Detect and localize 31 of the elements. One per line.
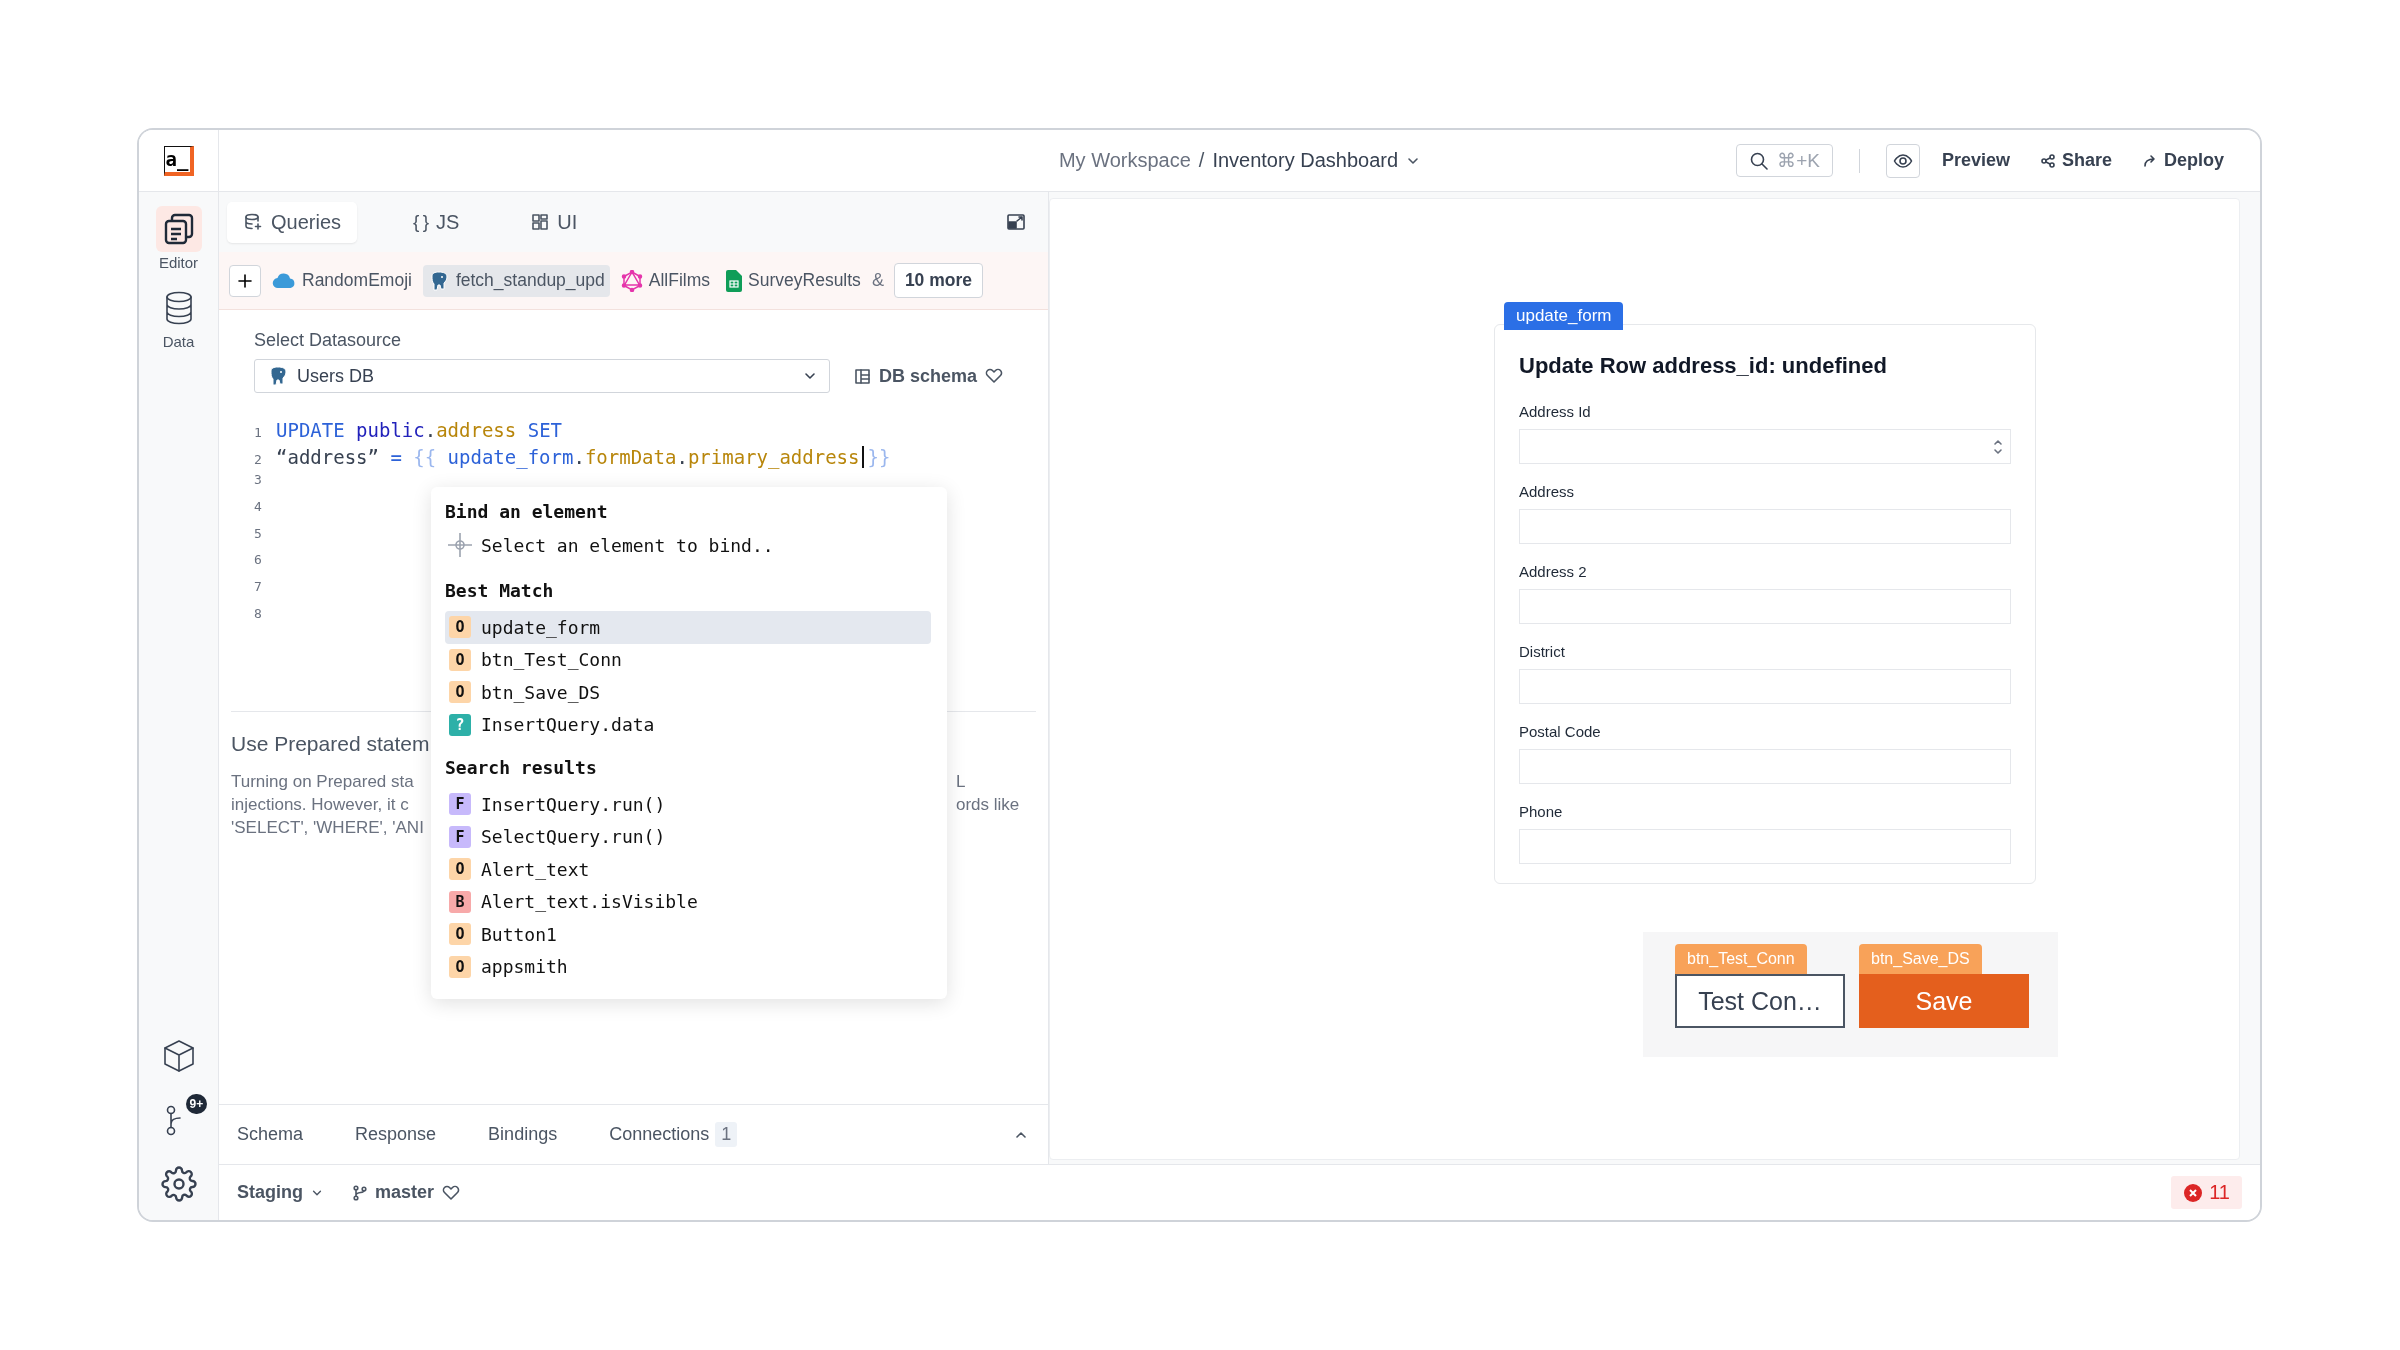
description-text: 'SELECT', 'WHERE', 'ANI xyxy=(231,817,424,839)
line-number: 8 xyxy=(254,605,263,621)
field-label: Address xyxy=(1519,483,1576,500)
line-number: 5 xyxy=(254,525,263,541)
line-number: 1 xyxy=(254,425,263,440)
section-title: Use Prepared statem xyxy=(231,732,430,756)
overflow-mark: & xyxy=(871,270,884,291)
form-title: Update Row address_id: undefined xyxy=(1519,353,1888,379)
line-number: 7 xyxy=(254,579,263,595)
description-text: Turning on Prepared sta xyxy=(231,771,415,793)
line-number: 4 xyxy=(254,499,263,515)
popup-heading: Bind an element xyxy=(445,501,609,522)
line-number: 2 xyxy=(254,451,263,467)
field-label: Address Id xyxy=(1519,403,1592,420)
line-number: 6 xyxy=(254,552,263,568)
field-label: District xyxy=(1519,643,1566,660)
field-label: Address 2 xyxy=(1519,563,1588,580)
breadcrumb-separator: / xyxy=(1198,149,1205,172)
braces-icon: { } xyxy=(413,211,428,233)
field-label: Phone xyxy=(1519,803,1564,820)
line-number: 3 xyxy=(254,472,263,488)
field-label: Postal Code xyxy=(1519,723,1602,740)
description-text: injections. However, it c xyxy=(231,794,410,816)
description-text: L xyxy=(956,771,967,793)
code-line: UPDATE public.address SET xyxy=(276,419,562,441)
field-label: Select Datasource xyxy=(254,330,403,351)
notification-badge: 9+ xyxy=(185,1094,208,1114)
description-text: ords like xyxy=(956,794,1021,816)
popup-heading: Search results xyxy=(445,757,598,778)
code-line: “address” = {{ update_form.formData.primary_address }} xyxy=(276,445,891,468)
popup-heading: Best Match xyxy=(445,580,555,601)
